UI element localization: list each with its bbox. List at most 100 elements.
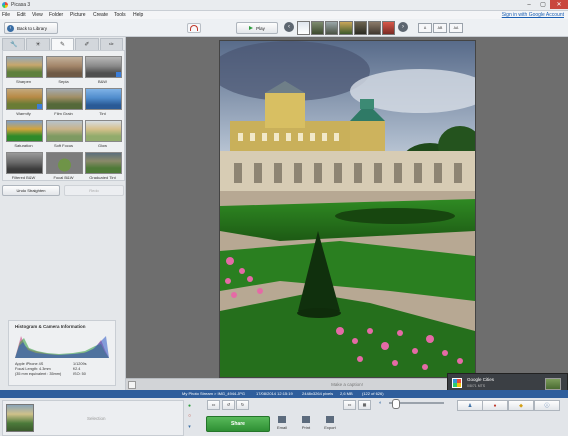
effect-focal-bw[interactable]: Focal B&W xyxy=(46,152,83,180)
print-action[interactable]: Print xyxy=(294,416,318,430)
redo-button[interactable]: Redo xyxy=(64,185,124,196)
menu-tools[interactable]: Tools xyxy=(114,12,126,18)
sign-in-link[interactable]: Sign in with Google Account xyxy=(502,12,564,18)
undo-straighten-button[interactable]: Undo Straighten xyxy=(2,185,60,196)
pin-icon[interactable]: ● xyxy=(186,403,193,410)
filmstrip-thumb[interactable] xyxy=(311,21,325,35)
histogram-title: Histogram & Camera Information xyxy=(15,324,86,329)
rotate-cw-button[interactable]: ▭ xyxy=(207,400,220,410)
effect-badge-icon xyxy=(116,72,121,77)
effect-thumb xyxy=(46,120,83,142)
tab-basic-fixes[interactable]: 🔧 xyxy=(2,38,26,50)
view-mode-dual[interactable]: AA xyxy=(449,23,463,33)
next-photo-button[interactable]: › xyxy=(398,22,408,32)
effect-sepia[interactable]: Sepia xyxy=(46,56,83,84)
filmstrip-thumb[interactable] xyxy=(367,21,381,35)
filmstrip-thumb[interactable] xyxy=(297,21,311,35)
info-icon: ⓘ xyxy=(544,403,550,409)
maximize-button[interactable]: ▢ xyxy=(536,0,550,9)
export-action[interactable]: Export xyxy=(318,416,342,430)
effect-glow[interactable]: Glow xyxy=(85,120,122,148)
menu-picture[interactable]: Picture xyxy=(70,12,86,18)
photo-viewer xyxy=(126,37,568,378)
selected-photo-thumb[interactable] xyxy=(6,404,34,432)
effect-thumb xyxy=(6,120,43,142)
minimize-button[interactable]: – xyxy=(522,0,536,9)
email-action[interactable]: Email xyxy=(270,416,294,430)
clear-tray-icon[interactable]: ○ xyxy=(186,413,193,420)
email-label: Email xyxy=(276,425,287,430)
effect-label: Sepia xyxy=(58,79,69,84)
histogram-graph xyxy=(15,336,109,358)
play-button[interactable]: Play xyxy=(236,22,278,34)
view-grid-button[interactable]: ▦ xyxy=(358,400,371,410)
filmstrip-thumb[interactable] xyxy=(339,21,353,35)
filmstrip-thumb[interactable] xyxy=(381,21,395,35)
tab-more-effects[interactable]: ✐ xyxy=(75,38,99,50)
tab-more-effects-2[interactable]: ✑ xyxy=(99,38,124,50)
tags-button[interactable]: ◆ xyxy=(508,400,534,411)
selection-tray: Selection xyxy=(2,400,184,436)
effect-graduated-tint[interactable]: Graduated Tint xyxy=(85,152,122,180)
tab-tuning[interactable]: ☀ xyxy=(26,38,50,50)
zoom-slider-handle[interactable] xyxy=(392,399,400,409)
gauge-icon[interactable] xyxy=(187,23,201,33)
effect-thumb xyxy=(6,56,43,78)
back-arrow-icon: ‹ xyxy=(7,24,14,32)
export-label: Export xyxy=(324,425,336,430)
effect-tint[interactable]: Tint xyxy=(85,88,122,116)
zoom-slider[interactable] xyxy=(389,399,444,409)
status-count: (122 of 626) xyxy=(362,391,384,396)
status-dimensions: 2448x3264 pixels xyxy=(302,391,334,396)
view-single-button[interactable]: ▭ xyxy=(343,400,356,410)
effect-badge-icon xyxy=(37,104,42,109)
places-button[interactable]: ● xyxy=(482,400,508,411)
menu-file[interactable]: File xyxy=(2,12,10,18)
close-button[interactable]: ✕ xyxy=(550,0,568,9)
effect-sharpen[interactable]: Sharpen xyxy=(6,56,43,84)
previous-photo-button[interactable]: ‹ xyxy=(284,22,294,32)
effect-label: Focal B&W xyxy=(53,175,74,180)
print-label: Print xyxy=(301,425,311,430)
share-button[interactable]: Share xyxy=(206,416,270,432)
effect-thumb xyxy=(85,120,122,142)
menu-edit[interactable]: Edit xyxy=(17,12,26,18)
google-cities-subtitle: 0/8/71 MTS xyxy=(467,384,486,388)
zoom-icon: ◐ xyxy=(378,400,383,406)
menu-folder[interactable]: Folder xyxy=(49,12,63,18)
effect-label: Soft Focus xyxy=(53,143,74,148)
exposure-time: 1/1209s xyxy=(73,362,87,366)
effect-bw[interactable]: B&W xyxy=(85,56,122,84)
effect-thumb xyxy=(6,152,43,174)
effect-saturation[interactable]: Saturation xyxy=(6,120,43,148)
google-cities-icon xyxy=(452,378,462,388)
google-cities-thumb xyxy=(545,378,561,390)
effect-label: Film Grain xyxy=(54,111,73,116)
effect-warmify[interactable]: Warmify xyxy=(6,88,43,116)
filmstrip-thumb[interactable] xyxy=(353,21,367,35)
effect-filtered-bw[interactable]: Filtered B&W xyxy=(6,152,43,180)
export-icon xyxy=(326,416,334,423)
rotate-right-button[interactable]: ↻ xyxy=(236,400,249,410)
menu-help[interactable]: Help xyxy=(133,12,143,18)
effect-thumb xyxy=(46,152,83,174)
menu-view[interactable]: View xyxy=(32,12,43,18)
effect-thumb xyxy=(85,88,122,110)
play-icon xyxy=(249,26,254,30)
edit-tabs: 🔧 ☀ ✎ ✐ ✑ xyxy=(2,38,124,50)
view-mode-single[interactable]: A xyxy=(418,23,432,33)
status-bar: My Photo Stream > IMG_4944.JPG 17/08/201… xyxy=(0,390,568,398)
effect-soft-focus[interactable]: Soft Focus xyxy=(46,120,83,148)
rotate-left-button[interactable]: ↺ xyxy=(222,400,235,410)
main-photo[interactable] xyxy=(219,40,476,378)
info-button[interactable]: ⓘ xyxy=(534,400,560,411)
tab-effects[interactable]: ✎ xyxy=(50,38,75,50)
tag-icon[interactable]: ▾ xyxy=(186,424,193,431)
menu-create[interactable]: Create xyxy=(93,12,108,18)
view-mode-compare[interactable]: AB xyxy=(433,23,447,33)
filmstrip-thumb[interactable] xyxy=(325,21,339,35)
google-cities-title: Google Cities xyxy=(467,377,495,382)
people-button[interactable]: ♟ xyxy=(457,400,483,411)
back-to-library-button[interactable]: ‹ Back to Library xyxy=(4,22,58,34)
effect-film-grain[interactable]: Film Grain xyxy=(46,88,83,116)
